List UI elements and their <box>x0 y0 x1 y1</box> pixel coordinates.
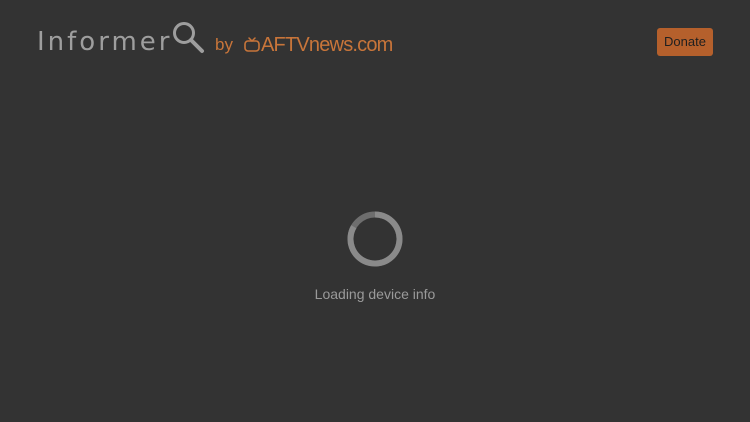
loading-status-text: Loading device info <box>314 286 436 302</box>
magnifier-icon <box>173 22 204 53</box>
by-label: by <box>215 35 233 54</box>
donate-button[interactable]: Donate <box>657 28 713 56</box>
brand-name: AFTVnews.com <box>261 34 393 56</box>
tv-icon <box>244 37 260 52</box>
loading-spinner-icon <box>347 211 403 267</box>
app-title: Informer <box>37 27 173 57</box>
app-header: Informer by AFTVnews.com Donate <box>0 0 750 80</box>
